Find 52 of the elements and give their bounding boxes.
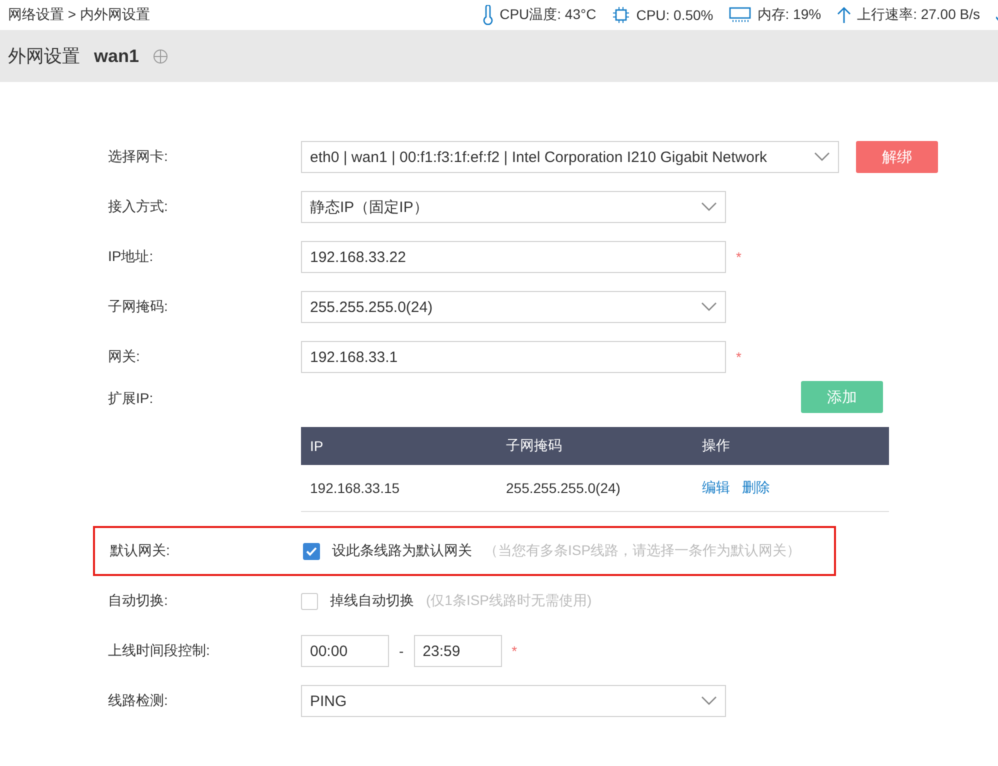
checkbox-label: 掉线自动切换 [330,592,414,610]
select-field[interactable]: eth0 | wan1 | 00:f1:f3:1f:ef:f2 | Intel Corporation I210 Gigabit Network [301,141,839,173]
table-cell-text: 255.255.255.0(24) [505,480,622,496]
field-label: 选择网卡: [108,148,169,166]
field-label: 自动切换: [108,592,169,610]
column-header: IP [309,438,324,454]
field-label: IP地址: [108,248,154,266]
field-label: 线路检测: [108,692,169,710]
chevron-down-icon [701,302,717,312]
field-label: 上线时间段控制: [108,642,211,660]
field-label: 网关: [108,348,141,366]
field-label: 默认网关: [110,542,171,560]
checkbox-label: 设此条线路为默认网关 [332,542,472,560]
required-mark: * [736,249,742,265]
status-text: CPU: 0.50% [636,7,714,23]
status-text: 上行速率: 27.00 B/s [857,6,980,24]
thermometer-icon [482,5,494,25]
action-link[interactable]: 删除 [742,479,770,497]
chevron-down-icon [701,202,717,212]
time-field[interactable]: 23:59 [414,635,502,667]
hint-text: （当您有多条ISP线路，请选择一条作为默认网关） [484,542,801,560]
field-label: 子网掩码: [108,298,169,316]
status-text: 内存: 19% [757,6,822,24]
column-header: 子网掩码 [505,437,563,455]
required-mark: * [736,349,742,365]
select-field[interactable]: 静态IP（固定IP） [301,191,726,223]
status-text: CPU温度: 43°C [500,6,596,24]
chevron-down-icon [814,152,830,162]
select-field[interactable]: 255.255.255.0(24) [301,291,726,323]
range-separator: - [399,643,404,659]
checkbox[interactable] [301,592,318,610]
action-link[interactable]: 编辑 [702,479,730,497]
time-field[interactable]: 00:00 [301,635,389,667]
table-cell-text: 192.168.33.15 [309,480,401,496]
chevron-down-icon [701,696,717,706]
interface-name: wan1 [94,46,140,66]
select-field[interactable]: PING [301,685,726,717]
field-label: 扩展IP: [108,389,154,408]
required-mark: * [512,643,518,659]
checkbox[interactable] [303,542,320,560]
input-field[interactable]: 192.168.33.1 [301,341,726,373]
page-title: 外网设置 [8,45,80,68]
add-circle-icon[interactable] [153,48,168,64]
chip-icon [612,6,630,24]
input-field[interactable]: 192.168.33.22 [301,241,726,273]
arrow-up-icon [837,6,852,24]
field-label: 接入方式: [108,198,169,216]
breadcrumb: 网络设置 > 内外网设置 [8,6,150,24]
column-header: 操作 [701,437,731,455]
memory-icon [729,7,752,23]
check-icon [306,546,317,556]
hint-text: (仅1条ISP线路时无需使用) [426,592,592,610]
